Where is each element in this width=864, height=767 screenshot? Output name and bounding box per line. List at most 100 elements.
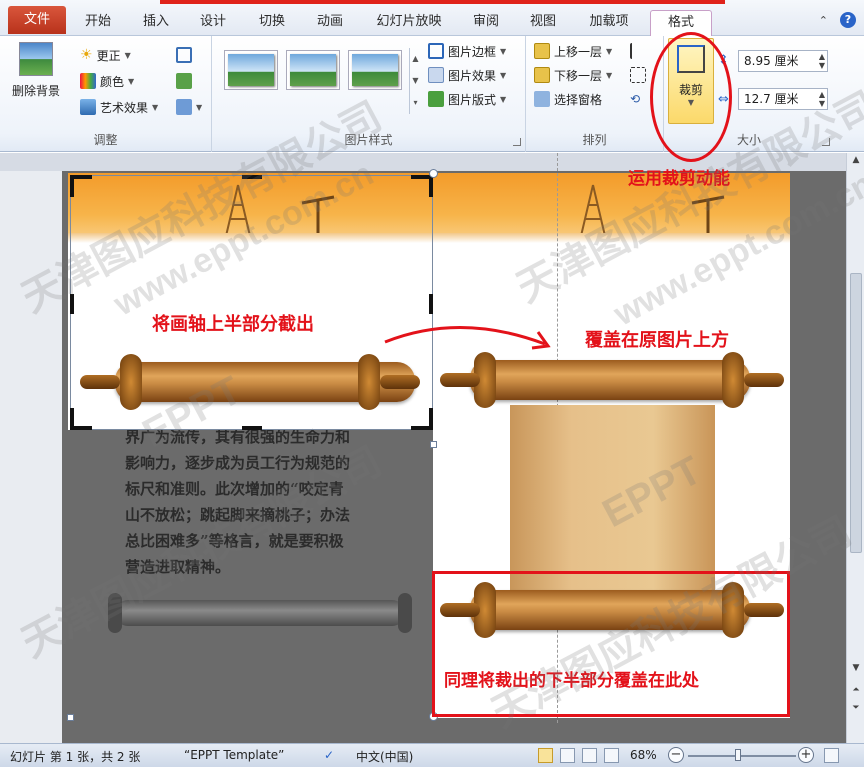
tab-addins[interactable]: 加载项 <box>582 10 636 36</box>
group-picture-styles-label: 图片样式 <box>344 133 393 147</box>
rotate-button[interactable]: ⟲ <box>630 88 640 110</box>
change-picture-button[interactable] <box>176 70 192 92</box>
style-gallery-item[interactable] <box>224 50 278 90</box>
group-picture-styles: ▲ ▼ ▾ 图片边框 ▼ 图片效果 ▼ 图片版式 ▼ 图片样式 <box>212 36 526 152</box>
dialog-launcher-icon[interactable] <box>513 138 521 146</box>
crop-handle[interactable] <box>429 294 433 314</box>
color-label: 颜色 <box>100 74 125 89</box>
window-controls: ⌃ ? <box>819 12 856 28</box>
tab-insert[interactable]: 插入 <box>136 10 176 36</box>
tab-animations[interactable]: 动画 <box>310 10 350 36</box>
annotation-cover-top: 覆盖在原图片上方 <box>585 330 729 351</box>
spell-check-icon[interactable]: ✓ <box>324 748 334 762</box>
style-gallery-item[interactable] <box>286 50 340 90</box>
style-preview-image <box>352 54 398 86</box>
slideshow-icon[interactable] <box>604 748 619 763</box>
previous-slide-icon[interactable]: ⏶ <box>850 685 862 695</box>
group-arrange-label: 排列 <box>582 133 607 147</box>
tab-design[interactable]: 设计 <box>193 10 233 36</box>
artistic-effects-icon <box>80 99 96 115</box>
fit-slide-icon[interactable] <box>824 748 839 763</box>
text-line: 总比困难多”等格言，就是要积极 <box>125 532 344 550</box>
scroll-knob <box>744 373 784 387</box>
resize-handle[interactable] <box>430 441 437 448</box>
shape-width-input[interactable]: 12.7 厘米 ▲ ▼ <box>738 88 828 110</box>
reading-view-icon[interactable] <box>582 748 597 763</box>
scroll-thumb[interactable] <box>850 273 862 553</box>
crop-handle[interactable] <box>411 426 433 430</box>
shape-height-input[interactable]: 8.95 厘米 ▲ ▼ <box>738 50 828 72</box>
bring-forward-button[interactable]: 上移一层 ▼ <box>534 40 612 62</box>
annotation-cover-bottom: 同理将裁出的下半部分覆盖在此处 <box>444 671 699 691</box>
crop-handle[interactable] <box>70 426 92 430</box>
crop-frame[interactable] <box>70 175 433 430</box>
tab-slideshow[interactable]: 幻灯片放映 <box>368 10 450 36</box>
language-indicator[interactable]: 中文(中国) <box>356 748 413 765</box>
remove-background-button[interactable]: 删除背景 <box>6 42 66 99</box>
vertical-scrollbar[interactable]: ▲ ▼ ⏶ ⏷ <box>846 153 864 743</box>
crop-handle[interactable] <box>70 294 74 314</box>
theme-name[interactable]: “EPPT Template” <box>184 748 284 762</box>
tab-view[interactable]: 视图 <box>523 10 563 36</box>
zoom-in-icon[interactable]: + <box>798 747 814 763</box>
tab-format[interactable]: 格式 <box>650 10 712 36</box>
dialog-launcher-icon[interactable] <box>822 138 830 146</box>
corrections-button[interactable]: ☀ 更正 ▼ <box>80 44 131 66</box>
slide-sorter-icon[interactable] <box>560 748 575 763</box>
align-button[interactable] <box>630 40 646 62</box>
group-icon <box>630 67 646 83</box>
selection-pane-button[interactable]: 选择窗格 <box>534 88 602 110</box>
crop-handle[interactable] <box>242 175 262 179</box>
scroll-down-icon[interactable]: ▼ <box>850 663 862 673</box>
group-objects-button[interactable] <box>630 64 646 86</box>
chevron-down-icon: ▼ <box>196 102 203 112</box>
style-preview-image <box>228 54 274 86</box>
zoom-slider[interactable] <box>688 755 796 757</box>
zoom-level[interactable]: 68% <box>630 748 657 762</box>
zoom-out-icon[interactable]: − <box>668 747 684 763</box>
resize-handle[interactable] <box>67 714 74 721</box>
compress-pictures-button[interactable] <box>176 44 192 66</box>
crop-handle[interactable] <box>429 175 433 197</box>
minimize-ribbon-icon[interactable]: ⌃ <box>819 14 828 27</box>
artistic-effects-button[interactable]: 艺术效果 ▼ <box>80 96 158 118</box>
crop-handle[interactable] <box>70 175 74 197</box>
shape-width-value: 12.7 厘米 <box>744 92 799 106</box>
normal-view-icon[interactable] <box>538 748 553 763</box>
annotation-cut-top: 将画轴上半部分截出 <box>152 314 314 335</box>
spinner-arrows-icon[interactable]: ▲ ▼ <box>819 52 825 70</box>
tab-home[interactable]: 开始 <box>78 10 118 36</box>
send-backward-button[interactable]: 下移一层 ▼ <box>534 64 612 86</box>
zoom-slider-thumb[interactable] <box>735 749 741 761</box>
dimmed-picture-text: 界广为流传，其有很强的生命力和 影响力，逐步成为员工行为规范的 标尺和准则。此次… <box>125 424 410 580</box>
resize-handle[interactable] <box>429 169 438 178</box>
scroll-up-icon[interactable]: ▲ <box>850 155 862 165</box>
tab-review[interactable]: 审阅 <box>466 10 506 36</box>
gallery-scroll[interactable]: ▲ ▼ ▾ <box>409 48 421 114</box>
style-preview-image <box>290 54 336 86</box>
color-button[interactable]: 颜色 ▼ <box>80 70 134 92</box>
reset-picture-button[interactable]: ▼ <box>176 96 202 118</box>
color-icon <box>80 73 96 89</box>
spinner-arrows-icon[interactable]: ▲ ▼ <box>819 90 825 108</box>
chevron-down-icon: ▼ <box>128 76 135 86</box>
chevron-down-icon: ▼ <box>124 50 131 60</box>
picture-border-button[interactable]: 图片边框 ▼ <box>428 40 506 62</box>
style-gallery-item[interactable] <box>348 50 402 90</box>
next-slide-icon[interactable]: ⏷ <box>850 703 862 713</box>
picture-layout-button[interactable]: 图片版式 ▼ <box>428 88 506 110</box>
slide-count: 幻灯片 第 1 张，共 2 张 <box>10 750 141 764</box>
scroll-end-cap <box>722 352 744 408</box>
text-line: 营造进取精神。 <box>125 558 231 576</box>
picture-effects-button[interactable]: 图片效果 ▼ <box>428 64 506 86</box>
help-icon[interactable]: ? <box>840 12 856 28</box>
rotate-icon: ⟲ <box>630 92 641 106</box>
corrections-label: 更正 <box>96 48 121 63</box>
crop-handle[interactable] <box>242 426 262 430</box>
picture-layout-icon <box>428 91 444 107</box>
chevron-down-icon: ▼ <box>152 102 159 112</box>
artistic-effects-label: 艺术效果 <box>100 100 149 115</box>
tab-file[interactable]: 文件 <box>8 6 66 34</box>
tab-transitions[interactable]: 切换 <box>252 10 292 36</box>
group-adjust: 删除背景 ☀ 更正 ▼ 颜色 ▼ 艺术效果 ▼ ▼ 调整 <box>0 36 212 152</box>
